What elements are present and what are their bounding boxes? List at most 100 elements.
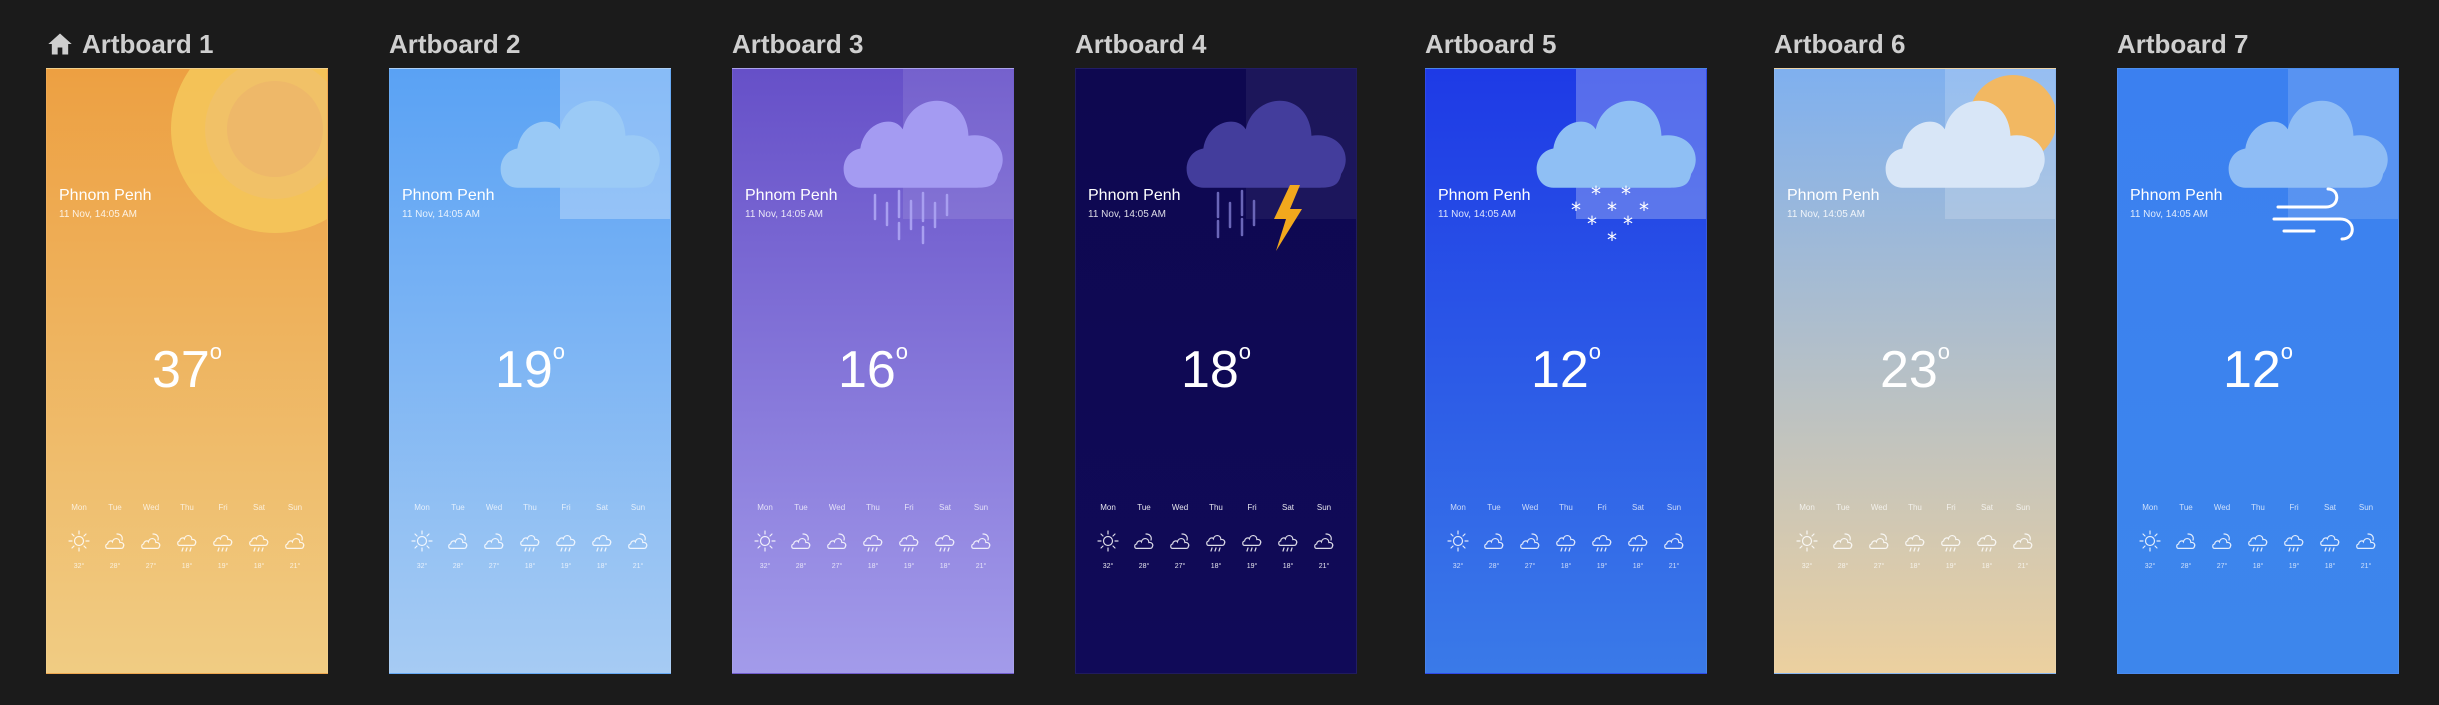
forecast-day[interactable]: Sun 21°: [965, 503, 997, 570]
forecast-day-temp: 21°: [975, 563, 987, 570]
forecast-day-label: Tue: [108, 503, 122, 512]
forecast-day-temp: 27°: [1873, 563, 1885, 570]
forecast-day[interactable]: Mon 32°: [1791, 503, 1823, 570]
city-name: Phnom Penh: [59, 187, 152, 204]
temperature-value: 23: [1879, 341, 1938, 399]
artboard-title[interactable]: Artboard 1: [46, 26, 213, 62]
forecast-day[interactable]: Mon 32°: [63, 503, 95, 570]
forecast-day[interactable]: Sun 21°: [622, 503, 654, 570]
forecast-day[interactable]: Wed 27°: [1863, 503, 1895, 570]
temperature-value: 37: [151, 341, 210, 399]
forecast-day[interactable]: Wed 27°: [1164, 503, 1196, 570]
forecast-day-temp: 19°: [1596, 563, 1608, 570]
artboard-title[interactable]: Artboard 3: [732, 26, 863, 62]
forecast-day[interactable]: Sat 18°: [2314, 503, 2346, 570]
weekly-forecast: Mon 32° Tue 28° Wed 27° Thu 18° Fri 19° Sat 18° Sun 2…: [2134, 503, 2382, 570]
city-name: Phnom Penh: [2130, 187, 2223, 204]
cloud-sun-icon: [1484, 533, 1504, 549]
forecast-day[interactable]: Tue 28°: [1128, 503, 1160, 570]
forecast-day[interactable]: Tue 28°: [1827, 503, 1859, 570]
forecast-day[interactable]: Sun 21°: [1308, 503, 1340, 570]
forecast-day-label: Wed: [1171, 503, 1189, 512]
forecast-day-temp: 18°: [1909, 563, 1921, 570]
forecast-day[interactable]: Mon 32°: [2134, 503, 2166, 570]
current-temperature: 12o: [1426, 339, 1706, 400]
weather-screen[interactable]: Phnom Penh 11 Nov, 14:05 AM 18o Mon 32° Tue 28…: [1075, 68, 1357, 674]
forecast-day[interactable]: Sat 18°: [1971, 503, 2003, 570]
forecast-day-label: Mon: [1799, 503, 1815, 512]
degree-symbol: o: [209, 339, 223, 364]
weather-screen[interactable]: Phnom Penh 11 Nov, 14:05 AM 19o Mon 32° Tue 28…: [389, 68, 671, 674]
forecast-day[interactable]: Thu 18°: [2242, 503, 2274, 570]
forecast-day[interactable]: Tue 28°: [1478, 503, 1510, 570]
forecast-day-label: Sun: [1316, 503, 1332, 512]
current-temperature: 12o: [2118, 339, 2398, 400]
forecast-day[interactable]: Fri 19°: [1586, 503, 1618, 570]
forecast-day[interactable]: Thu 18°: [514, 503, 546, 570]
cloud-rain-icon: [1905, 534, 1925, 552]
forecast-day[interactable]: Sat 18°: [586, 503, 618, 570]
forecast-day[interactable]: Sat 18°: [1272, 503, 1304, 570]
forecast-day[interactable]: Thu 18°: [1899, 503, 1931, 570]
degree-symbol: o: [1238, 339, 1252, 364]
home-icon: [48, 33, 72, 55]
forecast-day[interactable]: Wed 27°: [1514, 503, 1546, 570]
cloud-sun-icon: [2212, 533, 2232, 549]
forecast-day[interactable]: Sun 21°: [1658, 503, 1690, 570]
cloud-rain-icon: [1278, 534, 1298, 552]
weather-screen[interactable]: Phnom Penh 11 Nov, 14:05 AM 16o Mon 32° Tue 28…: [732, 68, 1014, 674]
cloud-rain-icon: [1628, 534, 1648, 552]
forecast-day-label: Thu: [180, 503, 194, 512]
weather-screen[interactable]: Phnom Penh 11 Nov, 14:05 AM 37o Mon 32° Tue 28…: [46, 68, 328, 674]
forecast-day[interactable]: Tue 28°: [2170, 503, 2202, 570]
forecast-day[interactable]: Thu 18°: [1200, 503, 1232, 570]
artboard-title[interactable]: Artboard 6: [1774, 26, 1905, 62]
current-temperature: 19o: [390, 339, 670, 400]
weather-screen[interactable]: Phnom Penh 11 Nov, 14:05 AM 23o Mon 32° Tue 28…: [1774, 68, 2056, 674]
forecast-day[interactable]: Mon 32°: [406, 503, 438, 570]
forecast-day[interactable]: Mon 32°: [1442, 503, 1474, 570]
forecast-day[interactable]: Wed 27°: [2206, 503, 2238, 570]
forecast-day-label: Sat: [595, 503, 608, 512]
artboard-title[interactable]: Artboard 4: [1075, 26, 1206, 62]
forecast-day[interactable]: Mon 32°: [1092, 503, 1124, 570]
forecast-day[interactable]: Sat 18°: [243, 503, 275, 570]
forecast-day[interactable]: Sun 21°: [2007, 503, 2039, 570]
forecast-day[interactable]: Fri 19°: [1236, 503, 1268, 570]
forecast-day-temp: 27°: [1524, 563, 1536, 570]
forecast-day-label: Sat: [1631, 503, 1644, 512]
artboard-title[interactable]: Artboard 2: [389, 26, 520, 62]
forecast-day-temp: 21°: [1318, 563, 1330, 570]
forecast-day[interactable]: Tue 28°: [785, 503, 817, 570]
forecast-day[interactable]: Fri 19°: [550, 503, 582, 570]
forecast-day[interactable]: Sun 21°: [279, 503, 311, 570]
forecast-day-label: Thu: [1559, 503, 1573, 512]
city-name: Phnom Penh: [1787, 187, 1880, 204]
weather-screen[interactable]: * * * * * * * * Phnom Penh 11 Nov, 14:05 AM 12o Mon…: [1425, 68, 1707, 674]
forecast-day[interactable]: Fri 19°: [2278, 503, 2310, 570]
artboard-title[interactable]: Artboard 5: [1425, 26, 1556, 62]
current-temperature: 16o: [733, 339, 1013, 400]
forecast-day[interactable]: Tue 28°: [99, 503, 131, 570]
forecast-day[interactable]: Sat 18°: [1622, 503, 1654, 570]
forecast-day[interactable]: Thu 18°: [1550, 503, 1582, 570]
forecast-day[interactable]: Sat 18°: [929, 503, 961, 570]
forecast-day[interactable]: Wed 27°: [135, 503, 167, 570]
weather-screen[interactable]: Phnom Penh 11 Nov, 14:05 AM 12o Mon 32° Tue 28…: [2117, 68, 2399, 674]
forecast-day[interactable]: Mon 32°: [749, 503, 781, 570]
cloud-sun-icon: [1170, 533, 1190, 549]
forecast-day-temp: 32°: [2144, 563, 2156, 570]
forecast-day[interactable]: Wed 27°: [821, 503, 853, 570]
forecast-day[interactable]: Fri 19°: [893, 503, 925, 570]
cloud-sun-icon: [2013, 533, 2033, 549]
artboard-title[interactable]: Artboard 7: [2117, 26, 2248, 62]
forecast-day[interactable]: Sun 21°: [2350, 503, 2382, 570]
forecast-day[interactable]: Thu 18°: [171, 503, 203, 570]
forecast-day[interactable]: Wed 27°: [478, 503, 510, 570]
forecast-day[interactable]: Tue 28°: [442, 503, 474, 570]
forecast-day[interactable]: Fri 19°: [207, 503, 239, 570]
forecast-day[interactable]: Thu 18°: [857, 503, 889, 570]
forecast-day-label: Sat: [1980, 503, 1993, 512]
forecast-day[interactable]: Fri 19°: [1935, 503, 1967, 570]
forecast-day-temp: 27°: [145, 563, 157, 570]
